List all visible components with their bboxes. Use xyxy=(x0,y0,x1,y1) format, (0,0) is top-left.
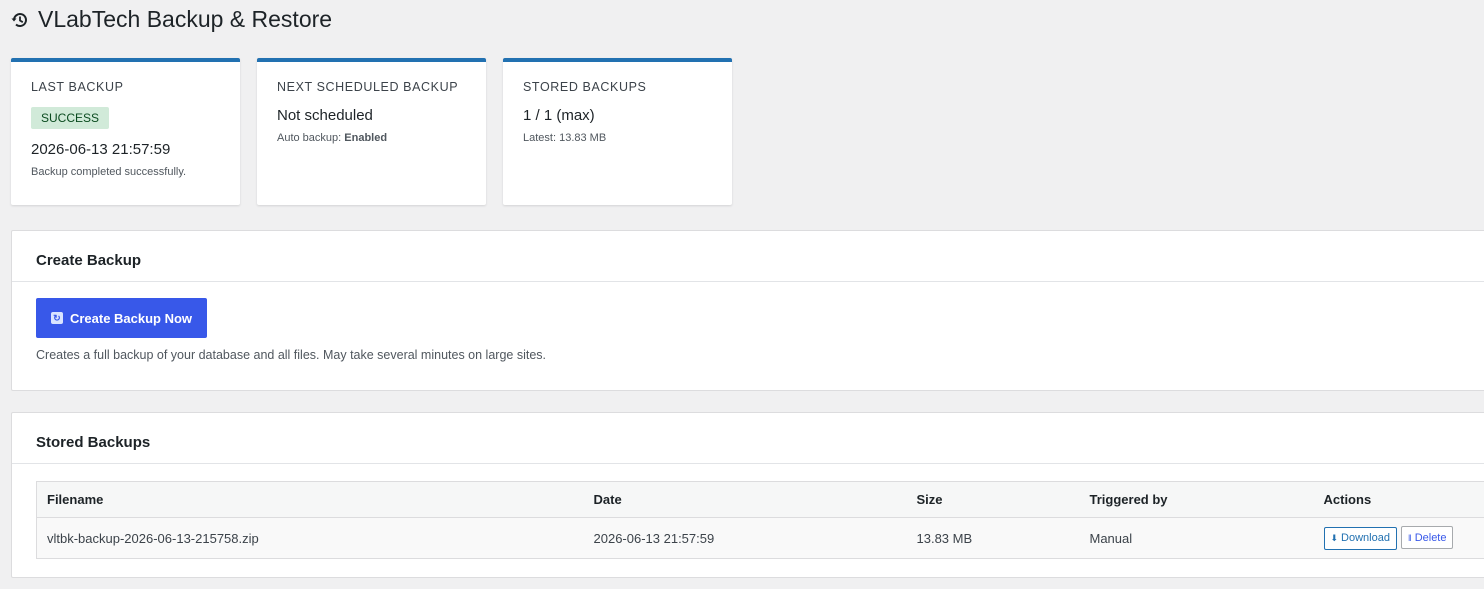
auto-backup-value: Enabled xyxy=(344,132,388,144)
next-scheduled-card: NEXT SCHEDULED BACKUP Not scheduled Auto… xyxy=(257,58,486,205)
page-header: VLabTech Backup & Restore xyxy=(10,6,332,33)
auto-backup-status: Auto backup: Enabled xyxy=(277,132,466,144)
create-backup-button[interactable]: ↻ Create Backup Now xyxy=(36,298,207,338)
cell-filename: vltbk-backup-2026-06-13-215758.zip xyxy=(36,517,584,559)
cell-triggered-by: Manual xyxy=(1079,517,1314,559)
history-icon xyxy=(10,10,30,30)
summary-cards: LAST BACKUP SUCCESS 2026-06-13 21:57:59 … xyxy=(11,58,732,205)
latest-size: Latest: 13.83 MB xyxy=(523,132,607,144)
trash-icon: ‖ xyxy=(1407,532,1412,543)
column-header-triggered-by: Triggered by xyxy=(1079,481,1314,518)
backups-table: Filename Date Size Triggered by Actions … xyxy=(36,481,1484,559)
card-label: LAST BACKUP xyxy=(31,80,124,94)
auto-backup-label: Auto backup: xyxy=(277,132,345,144)
table-row: vltbk-backup-2026-06-13-215758.zip 2026-… xyxy=(36,517,1484,559)
create-backup-help: Creates a full backup of your database a… xyxy=(36,348,546,362)
status-badge: SUCCESS xyxy=(31,107,110,129)
column-header-date: Date xyxy=(583,481,907,518)
last-backup-message: Backup completed successfully. xyxy=(31,166,187,178)
delete-label: Delete xyxy=(1414,531,1447,544)
create-backup-panel: Create Backup ↻ Create Backup Now Create… xyxy=(11,230,1484,391)
panel-title: Create Backup xyxy=(12,231,1484,282)
table-header-row: Filename Date Size Triggered by Actions xyxy=(36,481,1484,518)
panel-title: Stored Backups xyxy=(12,413,1484,464)
page-title: VLabTech Backup & Restore xyxy=(38,6,333,32)
column-header-filename: Filename xyxy=(36,481,584,518)
column-header-actions: Actions xyxy=(1313,481,1484,518)
last-backup-card: LAST BACKUP SUCCESS 2026-06-13 21:57:59 … xyxy=(11,58,240,205)
cell-date: 2026-06-13 21:57:59 xyxy=(583,517,907,559)
download-icon: ⬇ xyxy=(1330,532,1339,543)
cell-actions: ⬇ Download ‖ Delete xyxy=(1313,517,1484,559)
create-backup-label: Create Backup Now xyxy=(69,310,193,326)
cell-size: 13.83 MB xyxy=(906,517,1080,559)
delete-button[interactable]: ‖ Delete xyxy=(1400,526,1454,550)
last-backup-date: 2026-06-13 21:57:59 xyxy=(31,141,171,158)
stored-count: 1 / 1 (max) xyxy=(523,107,595,124)
download-label: Download xyxy=(1341,532,1390,545)
card-label: STORED BACKUPS xyxy=(523,80,647,94)
stored-backups-panel: Stored Backups Filename Date Size Trigge… xyxy=(11,412,1484,578)
stored-backups-card: STORED BACKUPS 1 / 1 (max) Latest: 13.83… xyxy=(503,58,732,205)
next-scheduled-value: Not scheduled xyxy=(277,107,373,124)
refresh-icon: ↻ xyxy=(50,312,63,324)
card-label: NEXT SCHEDULED BACKUP xyxy=(277,80,459,94)
download-button[interactable]: ⬇ Download xyxy=(1323,526,1397,550)
column-header-size: Size xyxy=(906,481,1080,518)
